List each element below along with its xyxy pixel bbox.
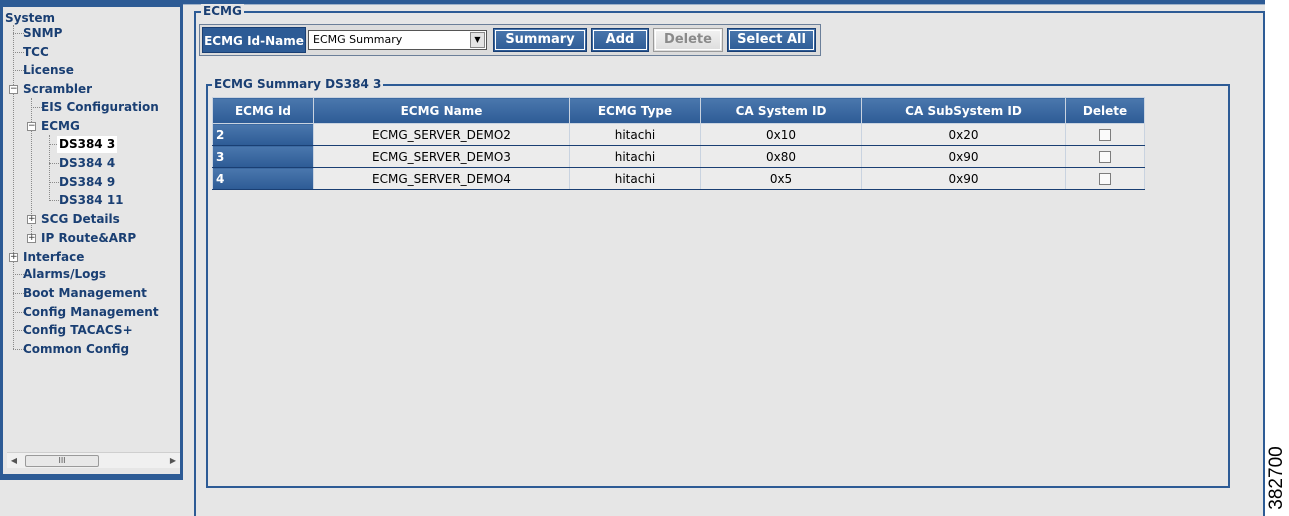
- scroll-left-arrow-icon[interactable]: ◀: [7, 453, 21, 469]
- scroll-right-arrow-icon[interactable]: ▶: [166, 453, 180, 469]
- navigation-tree-panel: − − + + + System SNMP TCC License Scramb…: [0, 4, 183, 477]
- tree-connector: [49, 163, 59, 164]
- select-all-button[interactable]: Select All: [727, 28, 816, 52]
- summary-button[interactable]: Summary: [493, 28, 587, 52]
- ca-system-id-cell: 0x10: [700, 123, 862, 146]
- tree-item-interface[interactable]: Interface: [23, 249, 84, 266]
- ecmg-id-link[interactable]: 3: [212, 145, 314, 168]
- expand-ip-route-toggle[interactable]: +: [27, 234, 36, 243]
- collapse-scrambler-toggle[interactable]: −: [9, 85, 18, 94]
- column-header-ecmg-id: ECMG Id: [212, 97, 314, 124]
- expand-scg-details-toggle[interactable]: +: [27, 215, 36, 224]
- delete-cell: [1065, 123, 1145, 146]
- tree-item-ds384-9[interactable]: DS384 9: [59, 174, 115, 191]
- column-header-ca-subsystem-id: CA SubSystem ID: [861, 97, 1066, 124]
- sidebar-bottom-border: [0, 477, 183, 480]
- tree-item-ip-route-arp[interactable]: IP Route&ARP: [41, 230, 136, 247]
- tree-item-ecmg[interactable]: ECMG: [41, 118, 80, 135]
- tree-item-tcc[interactable]: TCC: [23, 44, 49, 61]
- collapse-ecmg-toggle[interactable]: −: [27, 122, 36, 131]
- column-header-ecmg-type: ECMG Type: [569, 97, 701, 124]
- ecmg-frame-title: ECMG: [201, 4, 244, 18]
- chevron-down-icon[interactable]: ▼: [470, 32, 485, 48]
- ecmg-type-cell: hitachi: [569, 167, 701, 190]
- ecmg-id-name-select-value: ECMG Summary: [313, 33, 403, 46]
- tree-item-config-management[interactable]: Config Management: [23, 304, 159, 321]
- figure-id-text: 382700: [1266, 446, 1287, 510]
- table-row: 4 ECMG_SERVER_DEMO4 hitachi 0x5 0x90: [212, 167, 1145, 190]
- tree-item-config-tacacs[interactable]: Config TACACS+: [23, 322, 133, 339]
- ecmg-id-name-label: ECMG Id-Name: [202, 27, 306, 53]
- ecmg-type-cell: hitachi: [569, 145, 701, 168]
- tree-connector: [49, 182, 59, 183]
- tree-item-alarms-logs[interactable]: Alarms/Logs: [23, 266, 106, 283]
- ecmg-name-cell: ECMG_SERVER_DEMO4: [313, 167, 570, 190]
- expand-interface-toggle[interactable]: +: [9, 253, 18, 262]
- ecmg-summary-table: ECMG Id ECMG Name ECMG Type CA System ID…: [212, 97, 1145, 190]
- navigation-tree: − − + + + System SNMP TCC License Scramb…: [3, 7, 180, 457]
- tree-item-snmp[interactable]: SNMP: [23, 25, 62, 42]
- tree-item-ds384-11[interactable]: DS384 11: [59, 192, 124, 209]
- ca-subsystem-id-cell: 0x20: [861, 123, 1066, 146]
- delete-cell: [1065, 145, 1145, 168]
- tree-item-boot-management[interactable]: Boot Management: [23, 285, 147, 302]
- column-header-ecmg-name: ECMG Name: [313, 97, 570, 124]
- tree-item-eis-configuration[interactable]: EIS Configuration: [41, 99, 159, 116]
- ca-system-id-cell: 0x80: [700, 145, 862, 168]
- delete-checkbox[interactable]: [1099, 151, 1111, 163]
- ecmg-type-cell: hitachi: [569, 123, 701, 146]
- ecmg-id-link[interactable]: 2: [212, 123, 314, 146]
- tree-item-ds384-4[interactable]: DS384 4: [59, 155, 115, 172]
- tree-item-scg-details[interactable]: SCG Details: [41, 211, 120, 228]
- delete-button[interactable]: Delete: [653, 28, 723, 52]
- tree-item-common-config[interactable]: Common Config: [23, 341, 129, 358]
- tree-connector: [13, 25, 14, 349]
- ecmg-name-cell: ECMG_SERVER_DEMO2: [313, 123, 570, 146]
- ca-subsystem-id-cell: 0x90: [861, 145, 1066, 168]
- tree-item-scrambler[interactable]: Scrambler: [23, 81, 92, 98]
- delete-checkbox[interactable]: [1099, 129, 1111, 141]
- ecmg-id-link[interactable]: 4: [212, 167, 314, 190]
- top-border-highlight: [0, 4, 1265, 5]
- scrollbar-thumb[interactable]: III: [25, 455, 99, 467]
- tree-item-ds384-3[interactable]: DS384 3: [57, 136, 118, 153]
- tree-connector: [49, 200, 59, 201]
- table-row: 3 ECMG_SERVER_DEMO3 hitachi 0x80 0x90: [212, 145, 1145, 168]
- table-header-row: ECMG Id ECMG Name ECMG Type CA System ID…: [212, 97, 1145, 124]
- delete-cell: [1065, 167, 1145, 190]
- tree-item-license[interactable]: License: [23, 62, 74, 79]
- horizontal-scrollbar[interactable]: ◀ III ▶: [7, 452, 180, 468]
- column-header-ca-system-id: CA System ID: [700, 97, 862, 124]
- ca-subsystem-id-cell: 0x90: [861, 167, 1066, 190]
- delete-checkbox[interactable]: [1099, 173, 1111, 185]
- column-header-delete: Delete: [1065, 97, 1145, 124]
- ecmg-id-name-select[interactable]: ECMG Summary ▼: [308, 30, 487, 50]
- page-margin: [1265, 0, 1289, 516]
- ecmg-name-cell: ECMG_SERVER_DEMO3: [313, 145, 570, 168]
- figure-id-label: 382700: [1265, 440, 1289, 516]
- ecmg-summary-title: ECMG Summary DS384 3: [212, 77, 384, 91]
- table-row: 2 ECMG_SERVER_DEMO2 hitachi 0x10 0x20: [212, 123, 1145, 146]
- ca-system-id-cell: 0x5: [700, 167, 862, 190]
- add-button[interactable]: Add: [591, 28, 649, 52]
